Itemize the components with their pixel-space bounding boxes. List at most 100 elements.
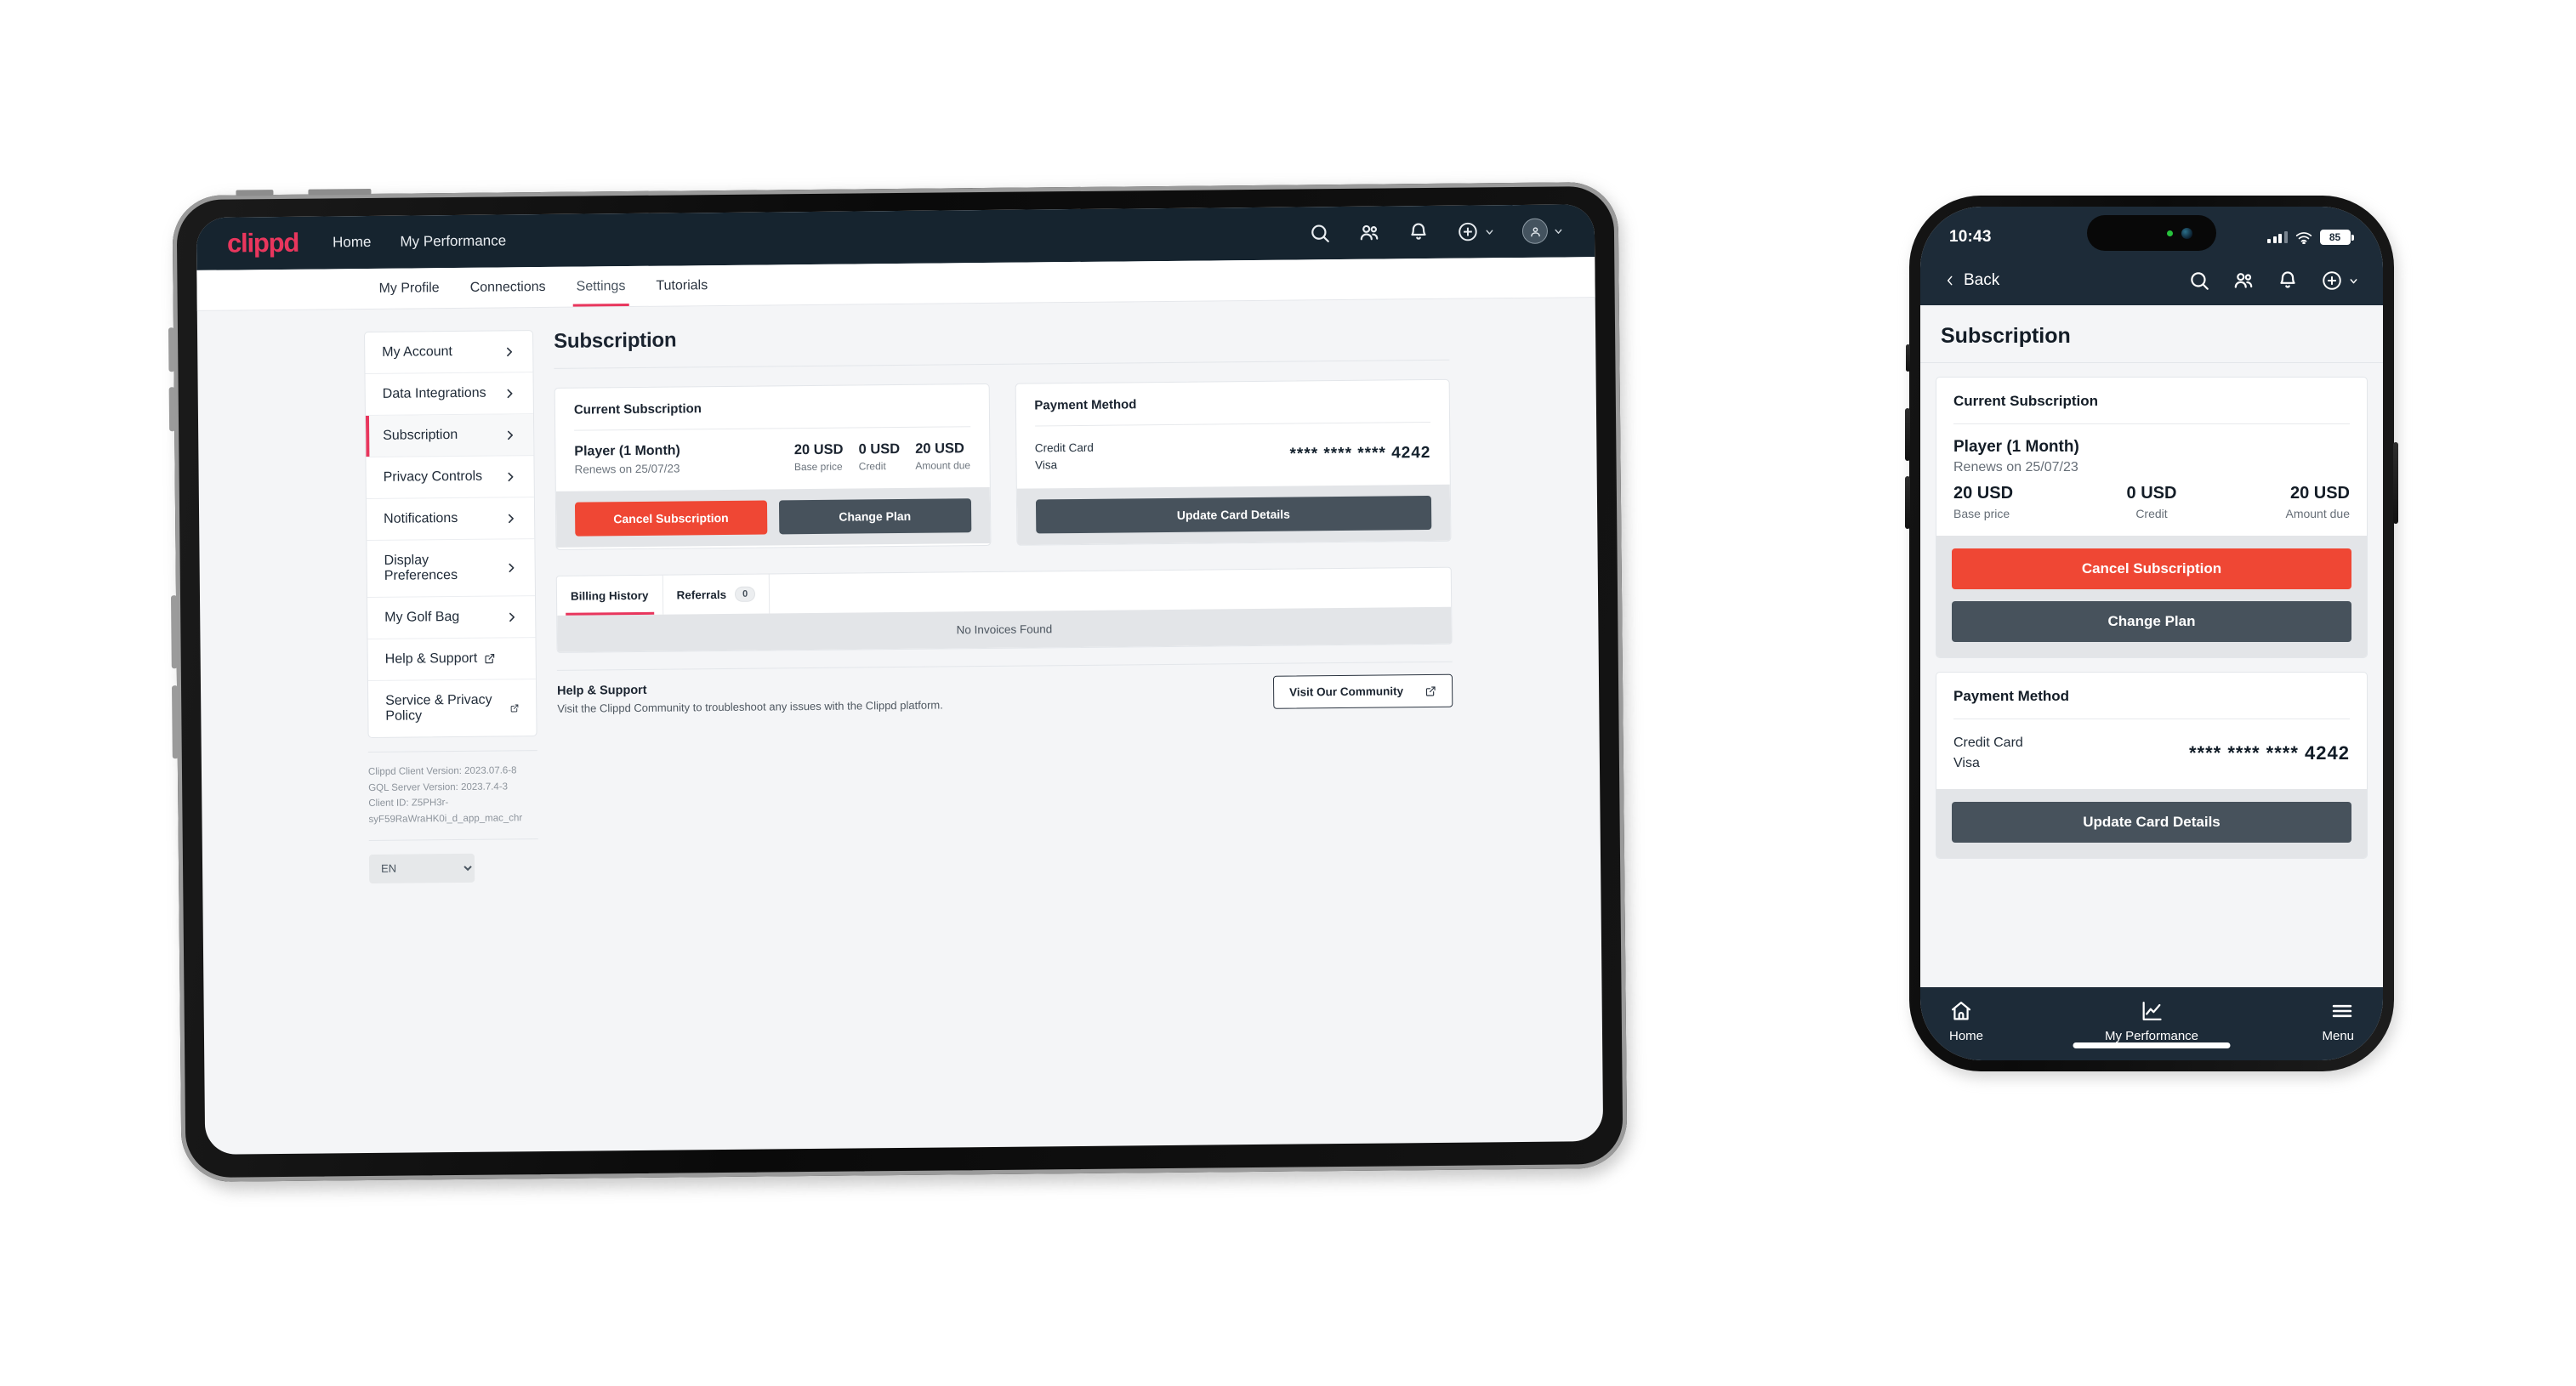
bell-icon[interactable] — [1407, 221, 1430, 243]
sidebar-item-my-account[interactable]: My Account — [365, 331, 533, 375]
dynamic-island — [2087, 215, 2216, 251]
card-brand: Visa — [1953, 756, 1980, 770]
tabbar-label: Menu — [2322, 1029, 2355, 1043]
add-menu[interactable] — [2321, 270, 2359, 292]
amount-due-value: 20 USD — [2289, 484, 2350, 503]
search-icon[interactable] — [1309, 222, 1331, 244]
tablet-device: clippd Home My Performance My Profile Co… — [168, 181, 1631, 1191]
card-type-info: Credit Card Visa — [1953, 733, 2023, 774]
settings-menu-card: My Account Data Integrations Subscriptio… — [364, 330, 537, 739]
tab-referrals[interactable]: Referrals 0 — [662, 574, 771, 615]
amount-due-value: 20 USD — [915, 440, 965, 457]
people-icon[interactable] — [1358, 222, 1380, 244]
people-icon[interactable] — [2232, 270, 2255, 292]
card-type-info: Credit Card Visa — [1035, 440, 1094, 474]
change-plan-button[interactable]: Change Plan — [778, 498, 971, 535]
sidebar-item-label-wrap: Help & Support — [385, 651, 496, 667]
language-select[interactable]: EN — [368, 853, 475, 883]
sidebar-item-data-integrations[interactable]: Data Integrations — [365, 372, 533, 417]
tab-my-profile[interactable]: My Profile — [363, 268, 455, 309]
update-card-details-button[interactable]: Update Card Details — [1035, 496, 1432, 534]
clippd-logo[interactable]: clippd — [227, 228, 299, 259]
nav-link-my-performance[interactable]: My Performance — [400, 232, 506, 250]
visit-community-label: Visit Our Community — [1289, 684, 1404, 699]
phone-power-button — [2393, 442, 2398, 524]
tablet-top-button-2 — [308, 188, 372, 196]
tabbar-item-home[interactable]: Home — [1949, 999, 2084, 1043]
sidebar-item-privacy-controls[interactable]: Privacy Controls — [366, 456, 534, 500]
tabbar-item-menu[interactable]: Menu — [2219, 999, 2354, 1043]
external-link-icon — [509, 702, 519, 713]
chevron-right-icon — [503, 387, 516, 400]
battery-icon: 85 — [2319, 230, 2354, 245]
search-icon[interactable] — [2188, 270, 2210, 292]
tab-billing-history[interactable]: Billing History — [556, 575, 663, 616]
sidebar-item-service-and-privacy-policy[interactable]: Service & Privacy Policy — [368, 679, 537, 737]
plus-circle-icon[interactable] — [1457, 220, 1479, 242]
camera-indicator-dot — [2167, 230, 2173, 236]
price-row: 20 USD Base price 0 USD Credit 20 USD Am… — [1953, 484, 2350, 520]
payment-row: Credit Card Visa **** **** **** 4242 — [1035, 436, 1431, 474]
page-title: Subscription — [554, 328, 677, 353]
update-card-details-button[interactable]: Update Card Details — [1952, 802, 2351, 843]
tablet-side-button-2 — [168, 387, 176, 432]
change-plan-button[interactable]: Change Plan — [1952, 601, 2351, 642]
base-price-column: 20 USD Base price — [1953, 484, 2085, 520]
nav-link-home[interactable]: Home — [333, 234, 372, 251]
subscription-actions: Cancel Subscription Change Plan — [555, 486, 990, 548]
chevron-right-icon — [505, 611, 518, 623]
help-text-block: Help & Support Visit the Clippd Communit… — [557, 680, 943, 714]
tablet-body: clippd Home My Performance My Profile Co… — [168, 181, 1628, 1183]
add-menu[interactable] — [1457, 220, 1495, 242]
plan-renew-date: Renews on 25/07/23 — [1953, 460, 2078, 474]
avatar[interactable] — [1521, 218, 1549, 244]
client-id: Client ID: Z5PH3r-syF59RaWraHK0i_d_app_m… — [368, 798, 523, 825]
tab-connections[interactable]: Connections — [454, 267, 560, 308]
payment-method-card: Payment Method Credit Card Visa **** ***… — [1015, 378, 1452, 546]
sidebar-item-notifications[interactable]: Notifications — [366, 497, 535, 542]
plus-circle-icon[interactable] — [2321, 270, 2343, 292]
chevron-down-icon — [1553, 225, 1564, 236]
cancel-subscription-button[interactable]: Cancel Subscription — [1952, 548, 2351, 589]
phone-appbar-actions — [2188, 270, 2359, 292]
amount-due-label: Amount due — [915, 459, 971, 472]
home-icon — [1949, 999, 1973, 1023]
divider — [367, 750, 537, 753]
tabbar-item-my-performance[interactable]: My Performance — [2084, 999, 2220, 1043]
tabbar-label: My Performance — [2104, 1029, 2199, 1043]
sidebar-item-label: My Account — [382, 344, 453, 360]
client-version: Clippd Client Version: 2023.07.6-8 — [367, 765, 517, 778]
sidebar-item-my-golf-bag[interactable]: My Golf Bag — [367, 596, 536, 640]
sidebar-item-help-and-support[interactable]: Help & Support — [367, 638, 536, 681]
card-number-masked: **** **** **** 4242 — [1289, 443, 1431, 463]
base-price-label: Base price — [793, 460, 843, 474]
sidebar-item-display-preferences[interactable]: Display Preferences — [367, 539, 536, 599]
tab-tutorials[interactable]: Tutorials — [640, 265, 723, 306]
server-version: GQL Server Version: 2023.7.4-3 — [368, 781, 509, 793]
wifi-icon — [2295, 231, 2312, 245]
external-link-icon — [1424, 685, 1436, 697]
base-price-value: 20 USD — [1953, 484, 2014, 503]
primary-nav: Home My Performance — [333, 232, 506, 251]
account-menu[interactable] — [1521, 218, 1564, 244]
chevron-right-icon — [503, 429, 516, 441]
amount-due-column: 20 USD Amount due — [900, 440, 970, 472]
credit-column: 0 USD Credit — [843, 441, 900, 473]
bell-icon[interactable] — [2277, 270, 2299, 292]
phone-content: Subscription Current Subscription Player… — [1920, 305, 2383, 987]
sidebar-item-label: Display Preferences — [384, 553, 458, 583]
back-button[interactable]: Back — [1944, 271, 1999, 290]
visit-community-button[interactable]: Visit Our Community — [1272, 673, 1453, 709]
cancel-subscription-button[interactable]: Cancel Subscription — [574, 500, 768, 537]
card-title: Current Subscription — [573, 401, 702, 418]
credit-value: 0 USD — [2126, 484, 2177, 503]
front-camera-lens — [2181, 227, 2192, 239]
sidebar-item-subscription[interactable]: Subscription — [365, 414, 534, 458]
tab-label: Billing History — [570, 588, 649, 603]
card-body: Player (1 Month) Renews on 25/07/23 20 U… — [555, 427, 989, 491]
card-header: Current Subscription — [555, 384, 989, 431]
phone-body: 10:43 85 Back Subscription Current Subsc… — [1905, 196, 2398, 1071]
card-header: Current Subscription — [1936, 378, 2367, 424]
help-title: Help & Support — [557, 683, 647, 698]
tab-settings[interactable]: Settings — [560, 266, 640, 307]
